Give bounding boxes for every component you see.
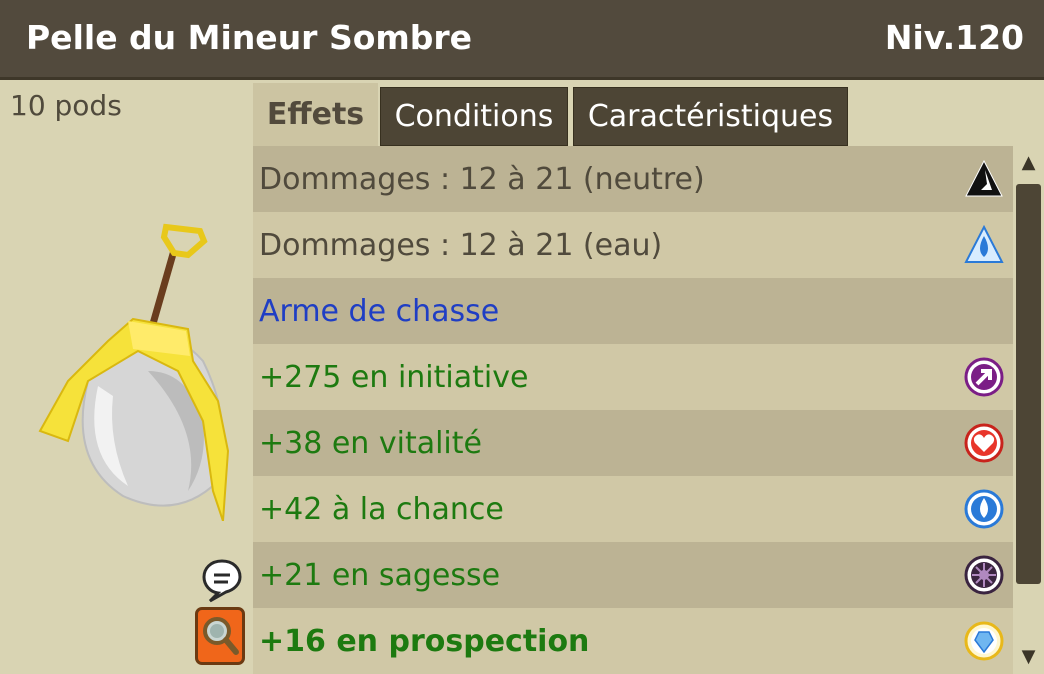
wisdom-icon [964,555,1004,595]
tab-conditions[interactable]: Conditions [380,87,568,146]
effects-list: Dommages : 12 à 21 (neutre) Dommages : 1… [253,146,1013,674]
effect-text: Dommages : 12 à 21 (neutre) [259,161,705,197]
effect-row-neutral-damage: Dommages : 12 à 21 (neutre) [253,146,1013,212]
prospection-icon [964,621,1004,661]
neutral-element-icon [965,159,1003,197]
item-title: Pelle du Mineur Sombre [26,18,473,57]
inspect-button[interactable] [195,607,245,665]
chance-drop-icon [964,489,1004,529]
effect-row-water-damage: Dommages : 12 à 21 (eau) [253,212,1013,278]
effect-text: Dommages : 12 à 21 (eau) [259,227,663,263]
item-level: Niv.120 [884,18,1024,57]
shovel-item-image [38,223,230,521]
effect-text: +38 en vitalité [259,425,482,461]
initiative-icon [964,357,1004,397]
item-weight: 10 pods [10,89,122,122]
tab-caracteristiques[interactable]: Caractéristiques [573,87,848,146]
effect-row-wisdom: +21 en sagesse [253,542,1013,608]
effect-row-initiative: +275 en initiative [253,344,1013,410]
magnifier-icon [203,617,239,655]
effect-row-chance: +42 à la chance [253,476,1013,542]
chat-bubble-icon[interactable] [200,557,244,603]
effect-row-vitality: +38 en vitalité [253,410,1013,476]
scroll-down-arrow-icon[interactable]: ▼ [1013,642,1044,672]
water-element-icon [964,224,1004,263]
effect-text: +42 à la chance [259,491,504,527]
scrollbar-thumb[interactable] [1016,184,1041,584]
item-header: Pelle du Mineur Sombre Niv.120 [0,0,1044,80]
effect-row-prospection: +16 en prospection [253,608,1013,674]
effect-text: +16 en prospection [259,623,590,659]
vitality-heart-icon [964,423,1004,463]
effect-text: +275 en initiative [259,359,529,395]
tab-effets[interactable]: Effets [253,83,378,146]
effect-row-hunting-weapon: Arme de chasse [253,278,1013,344]
effect-text: Arme de chasse [259,293,500,329]
item-preview-panel: 10 pods [4,83,253,674]
scroll-up-arrow-icon[interactable]: ▲ [1013,148,1044,178]
effect-text: +21 en sagesse [259,557,501,593]
effects-scrollbar[interactable]: ▲ ▼ [1013,146,1044,674]
